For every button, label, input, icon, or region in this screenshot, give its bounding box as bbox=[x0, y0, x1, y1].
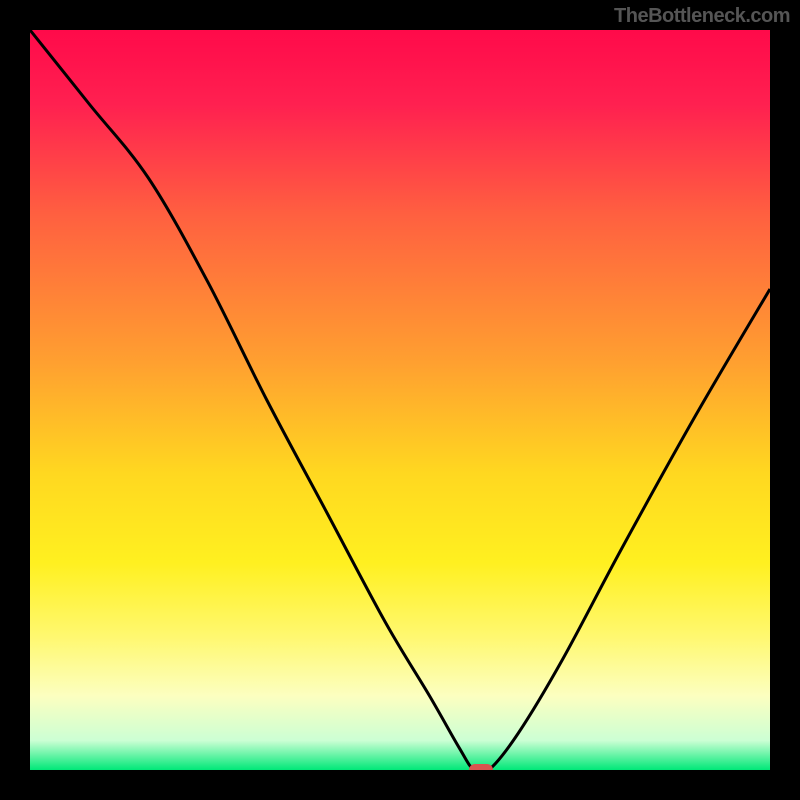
bottleneck-curve bbox=[30, 30, 770, 770]
curve-line bbox=[30, 30, 770, 770]
plot-area bbox=[30, 30, 770, 770]
watermark-text: TheBottleneck.com bbox=[614, 5, 790, 28]
optimal-point-marker bbox=[469, 764, 493, 770]
chart-container: TheBottleneck.com bbox=[0, 0, 800, 800]
